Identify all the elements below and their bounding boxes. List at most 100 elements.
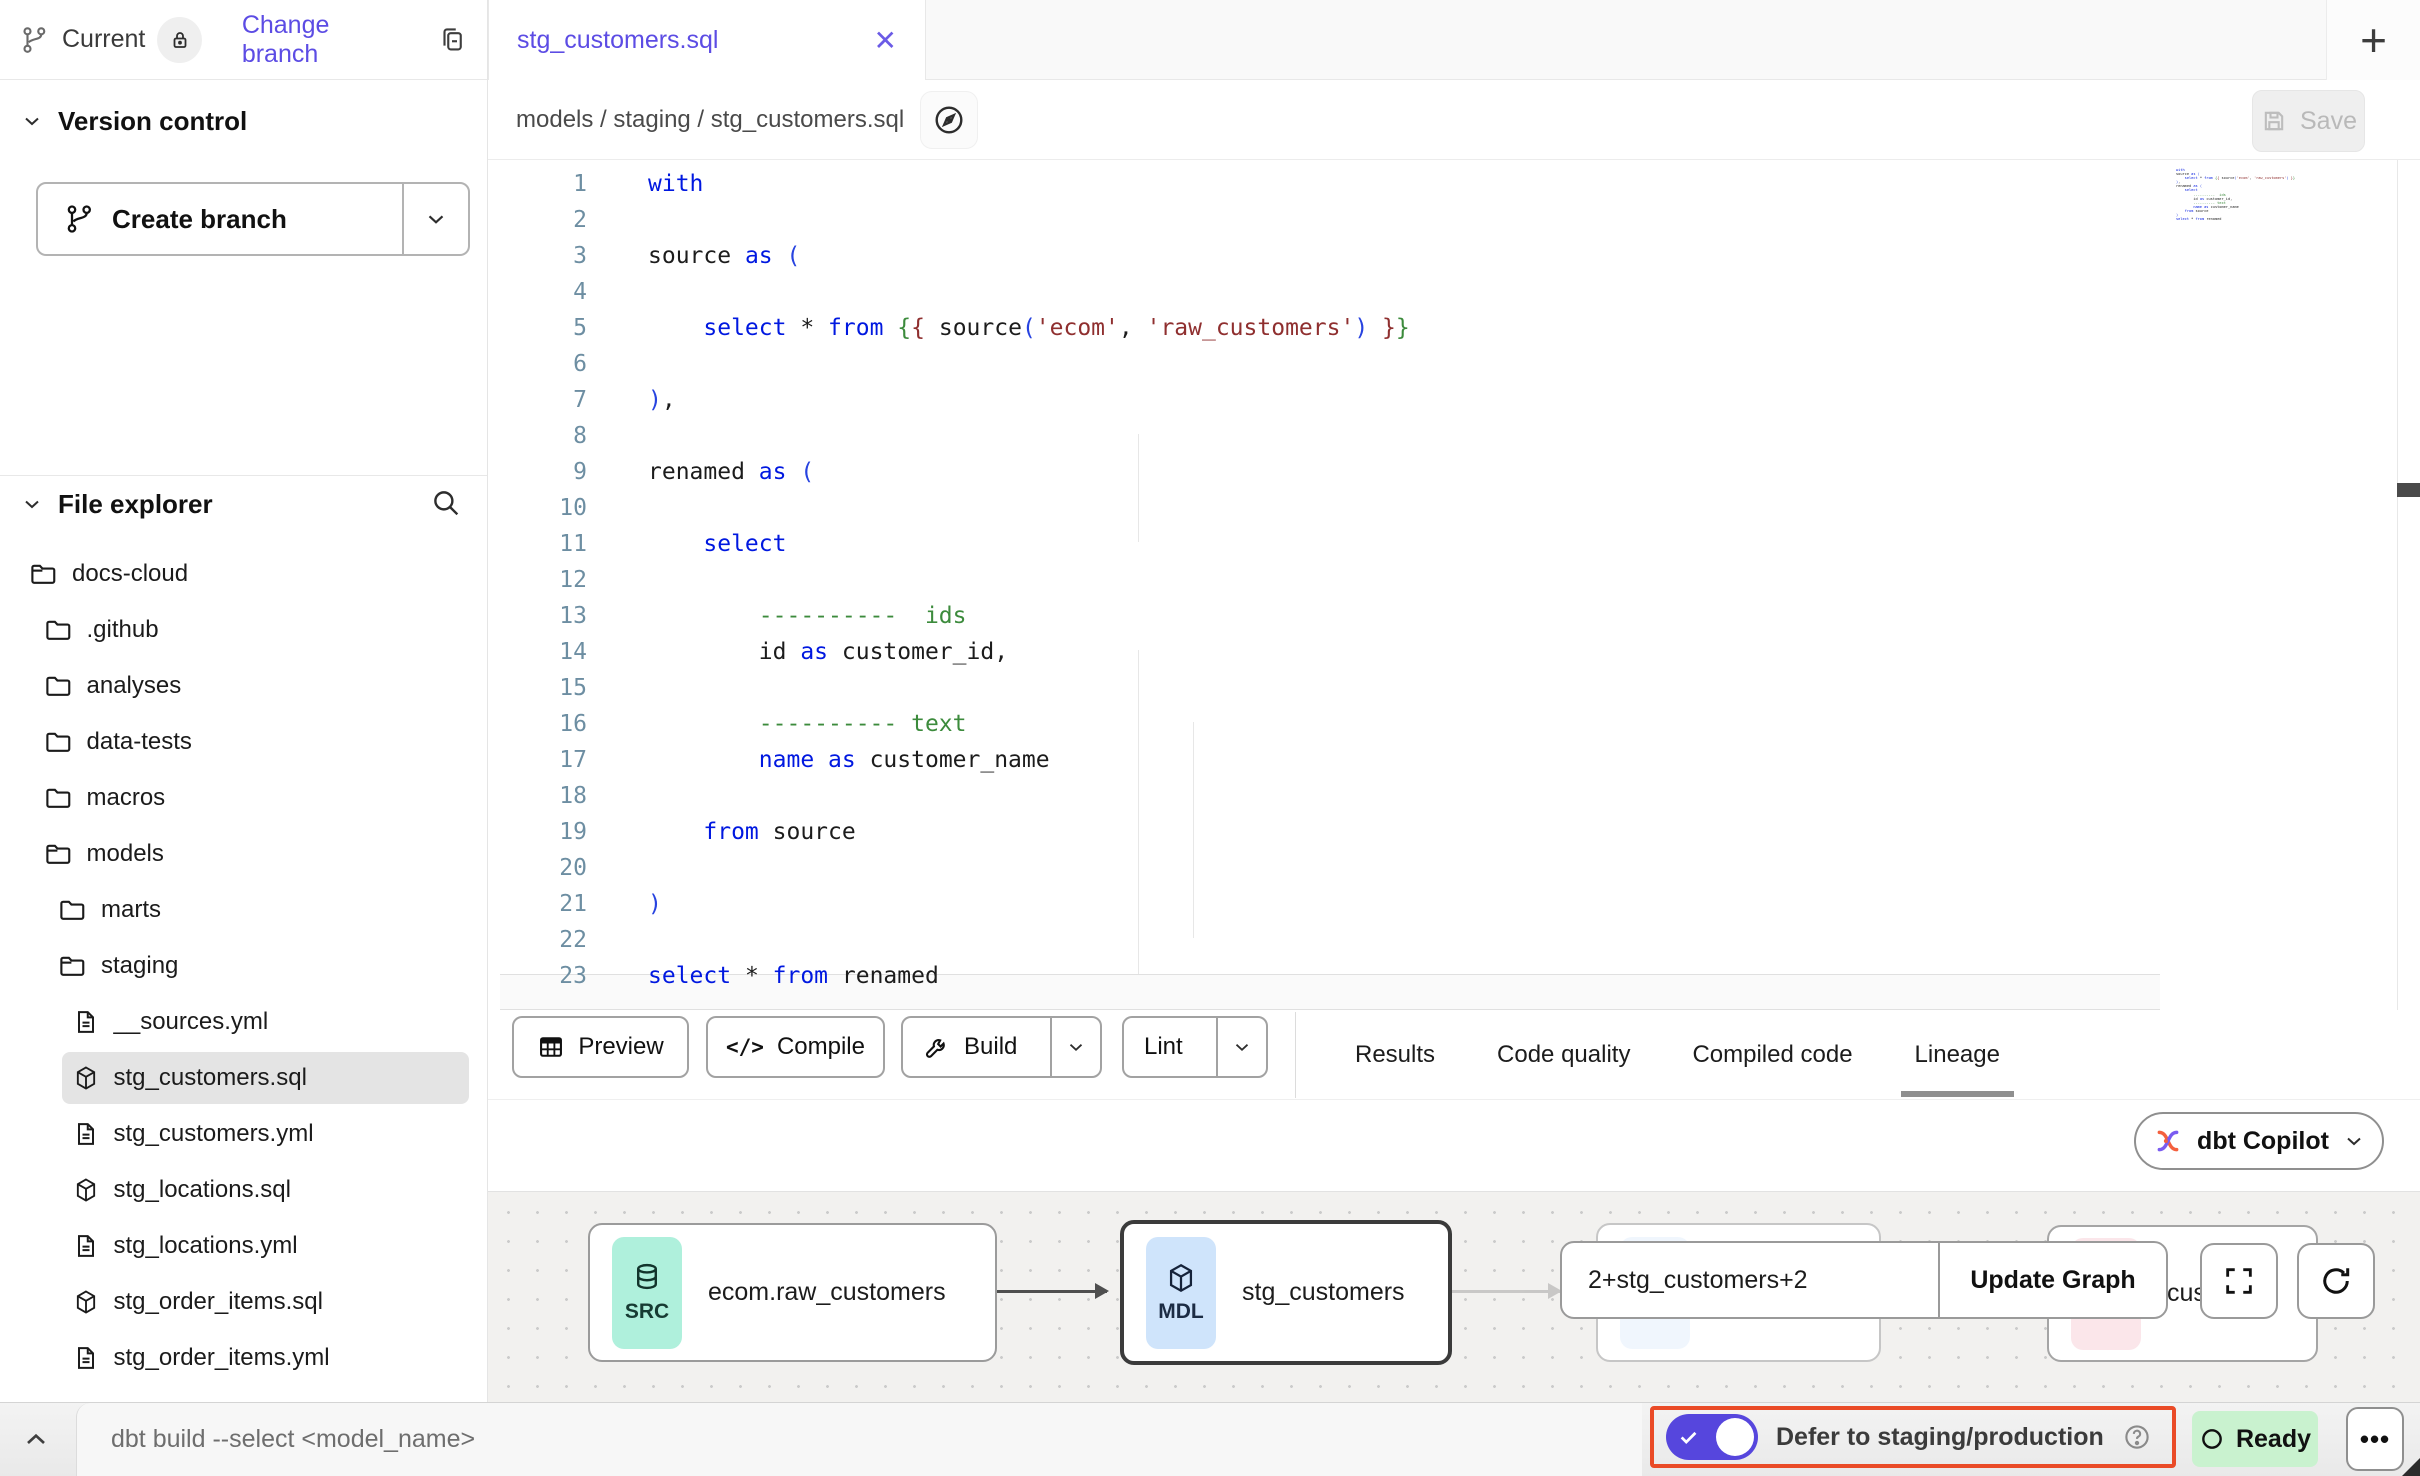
wrench-icon: [923, 1033, 951, 1061]
file-item-data-tests[interactable]: data-tests: [0, 714, 487, 770]
code-line-15: 15: [488, 670, 1410, 706]
code-line-20: 20: [488, 850, 1410, 886]
create-branch-button[interactable]: Create branch: [38, 184, 402, 254]
lint-button[interactable]: Lint: [1124, 1018, 1203, 1076]
add-tab-button[interactable]: +: [2360, 17, 2387, 63]
folder-icon: [43, 615, 73, 645]
command-placeholder: dbt build --select <model_name>: [111, 1425, 475, 1454]
code-line-19: 19 from source: [488, 814, 1410, 850]
help-icon[interactable]: [2122, 1422, 2152, 1452]
copilot-row: dbt Copilot: [488, 1100, 2420, 1191]
dbt-copilot-button[interactable]: dbt Copilot: [2134, 1112, 2384, 1170]
folder-icon: [43, 727, 73, 757]
command-input[interactable]: dbt build --select <model_name>: [76, 1403, 1642, 1476]
chevron-down-icon: [20, 492, 44, 516]
file-item-label: staging: [101, 952, 178, 980]
lineage-node-source[interactable]: SRC ecom.raw_customers: [588, 1223, 997, 1362]
folder-icon: [43, 671, 73, 701]
code-line-3: 3source as (: [488, 238, 1410, 274]
toolbar-divider: [1295, 1012, 1296, 1098]
scrollbar-thumb[interactable]: [2397, 483, 2420, 497]
tab-code-quality[interactable]: Code quality: [1497, 1010, 1630, 1100]
file-item-docs-cloud[interactable]: docs-cloud: [0, 546, 487, 602]
search-icon[interactable]: [429, 486, 463, 520]
status-badge: Ready: [2192, 1411, 2318, 1467]
file-item-label: stg_order_items.sql: [114, 1288, 323, 1316]
lineage-selector-input[interactable]: 2+stg_customers+2: [1562, 1243, 1938, 1317]
file-explorer-title: File explorer: [58, 489, 213, 520]
save-button[interactable]: Save: [2252, 90, 2365, 152]
code-line-12: 12: [488, 562, 1410, 598]
breadcrumb-path: models / staging / stg_customers.sql: [516, 106, 904, 134]
file-item-analyses[interactable]: analyses: [0, 658, 487, 714]
tab-lineage[interactable]: Lineage: [1915, 1010, 2000, 1100]
code-line-16: 16 ---------- text: [488, 706, 1410, 742]
file-item-stg_customers.sql[interactable]: stg_customers.sql: [62, 1052, 469, 1104]
fullscreen-icon: [2222, 1264, 2256, 1298]
tab-label: stg_customers.sql: [517, 26, 718, 55]
file-item-stg_order_items.yml[interactable]: stg_order_items.yml: [0, 1330, 487, 1386]
status-bar: dbt build --select <model_name> Defer to…: [0, 1402, 2420, 1476]
code-line-23: 23select * from renamed: [488, 958, 1410, 994]
file-item-label: __sources.yml: [114, 1008, 269, 1036]
lineage-edge: [997, 1290, 1107, 1293]
database-icon: [630, 1261, 664, 1295]
tab-results[interactable]: Results: [1355, 1010, 1435, 1100]
defer-highlight-box: Defer to staging/production: [1650, 1406, 2176, 1468]
file-item-models[interactable]: models: [0, 826, 487, 882]
file-item-stg_locations.yml[interactable]: stg_locations.yml: [0, 1218, 487, 1274]
update-graph-button[interactable]: Update Graph: [1938, 1243, 2166, 1317]
file-icon: [72, 1008, 100, 1036]
tab-stg-customers-sql[interactable]: stg_customers.sql ✕: [488, 0, 926, 81]
build-split-button: Build: [901, 1016, 1102, 1078]
build-label: Build: [964, 1033, 1017, 1061]
copilot-compass-button[interactable]: [920, 91, 978, 149]
minimap[interactable]: withsource as ( select * from {{ source(…: [2176, 168, 2395, 221]
lock-icon: [168, 28, 192, 52]
file-item-label: analyses: [87, 672, 182, 700]
chevron-down-icon: [2342, 1129, 2366, 1153]
copilot-label: dbt Copilot: [2197, 1127, 2329, 1156]
chevron-down-icon: [1065, 1036, 1087, 1058]
chevron-up-icon[interactable]: [20, 1423, 52, 1455]
create-branch-dropdown[interactable]: [402, 184, 468, 254]
lineage-panel[interactable]: SRC ecom.raw_customers MDL stg_customers…: [488, 1191, 2420, 1402]
defer-toggle[interactable]: [1666, 1414, 1758, 1460]
more-options-button[interactable]: •••: [2346, 1407, 2404, 1471]
file-item-stg_customers.yml[interactable]: stg_customers.yml: [0, 1106, 487, 1162]
preview-button[interactable]: Preview: [512, 1016, 689, 1078]
refresh-button[interactable]: [2297, 1243, 2375, 1319]
code-line-4: 4: [488, 274, 1410, 310]
file-item-staging[interactable]: staging: [0, 938, 487, 994]
code-line-11: 11 select: [488, 526, 1410, 562]
code-line-18: 18: [488, 778, 1410, 814]
file-item-stg_locations.sql[interactable]: stg_locations.sql: [0, 1162, 487, 1218]
file-item-.github[interactable]: .github: [0, 602, 487, 658]
resize-corner: [2402, 1458, 2420, 1476]
build-button[interactable]: Build: [903, 1018, 1037, 1076]
lint-dropdown[interactable]: [1216, 1018, 1266, 1076]
lint-label: Lint: [1144, 1033, 1183, 1061]
file-tree: docs-cloud.github analyses data-testsmacro…: [0, 546, 487, 1386]
file-explorer-section-header[interactable]: File explorer: [0, 478, 487, 530]
code-icon: </>: [726, 1035, 764, 1059]
folder-open-icon: [28, 559, 58, 589]
compile-button[interactable]: </> Compile: [706, 1016, 885, 1078]
copy-icon[interactable]: [437, 25, 467, 55]
lineage-node-stg-customers[interactable]: MDL stg_customers: [1120, 1220, 1452, 1365]
file-item-macros[interactable]: macros: [0, 770, 487, 826]
tab-compiled-code[interactable]: Compiled code: [1692, 1010, 1852, 1100]
code-editor[interactable]: 1with23source as (45 select * from {{ so…: [488, 160, 2420, 1010]
file-item-marts[interactable]: marts: [0, 882, 487, 938]
mdl-badge: MDL: [1146, 1237, 1216, 1349]
fullscreen-button[interactable]: [2200, 1243, 2278, 1319]
change-branch-link[interactable]: Change branch: [242, 11, 407, 69]
lint-split-button: Lint: [1122, 1016, 1268, 1078]
close-icon[interactable]: ✕: [874, 24, 897, 57]
file-item-stg_order_items.sql[interactable]: stg_order_items.sql: [0, 1274, 487, 1330]
file-item-__sources.yml[interactable]: __sources.yml: [0, 994, 487, 1050]
version-control-section-header[interactable]: Version control: [0, 96, 487, 146]
file-item-label: stg_customers.yml: [114, 1120, 314, 1148]
build-dropdown[interactable]: [1050, 1018, 1100, 1076]
code-line-6: 6: [488, 346, 1410, 382]
